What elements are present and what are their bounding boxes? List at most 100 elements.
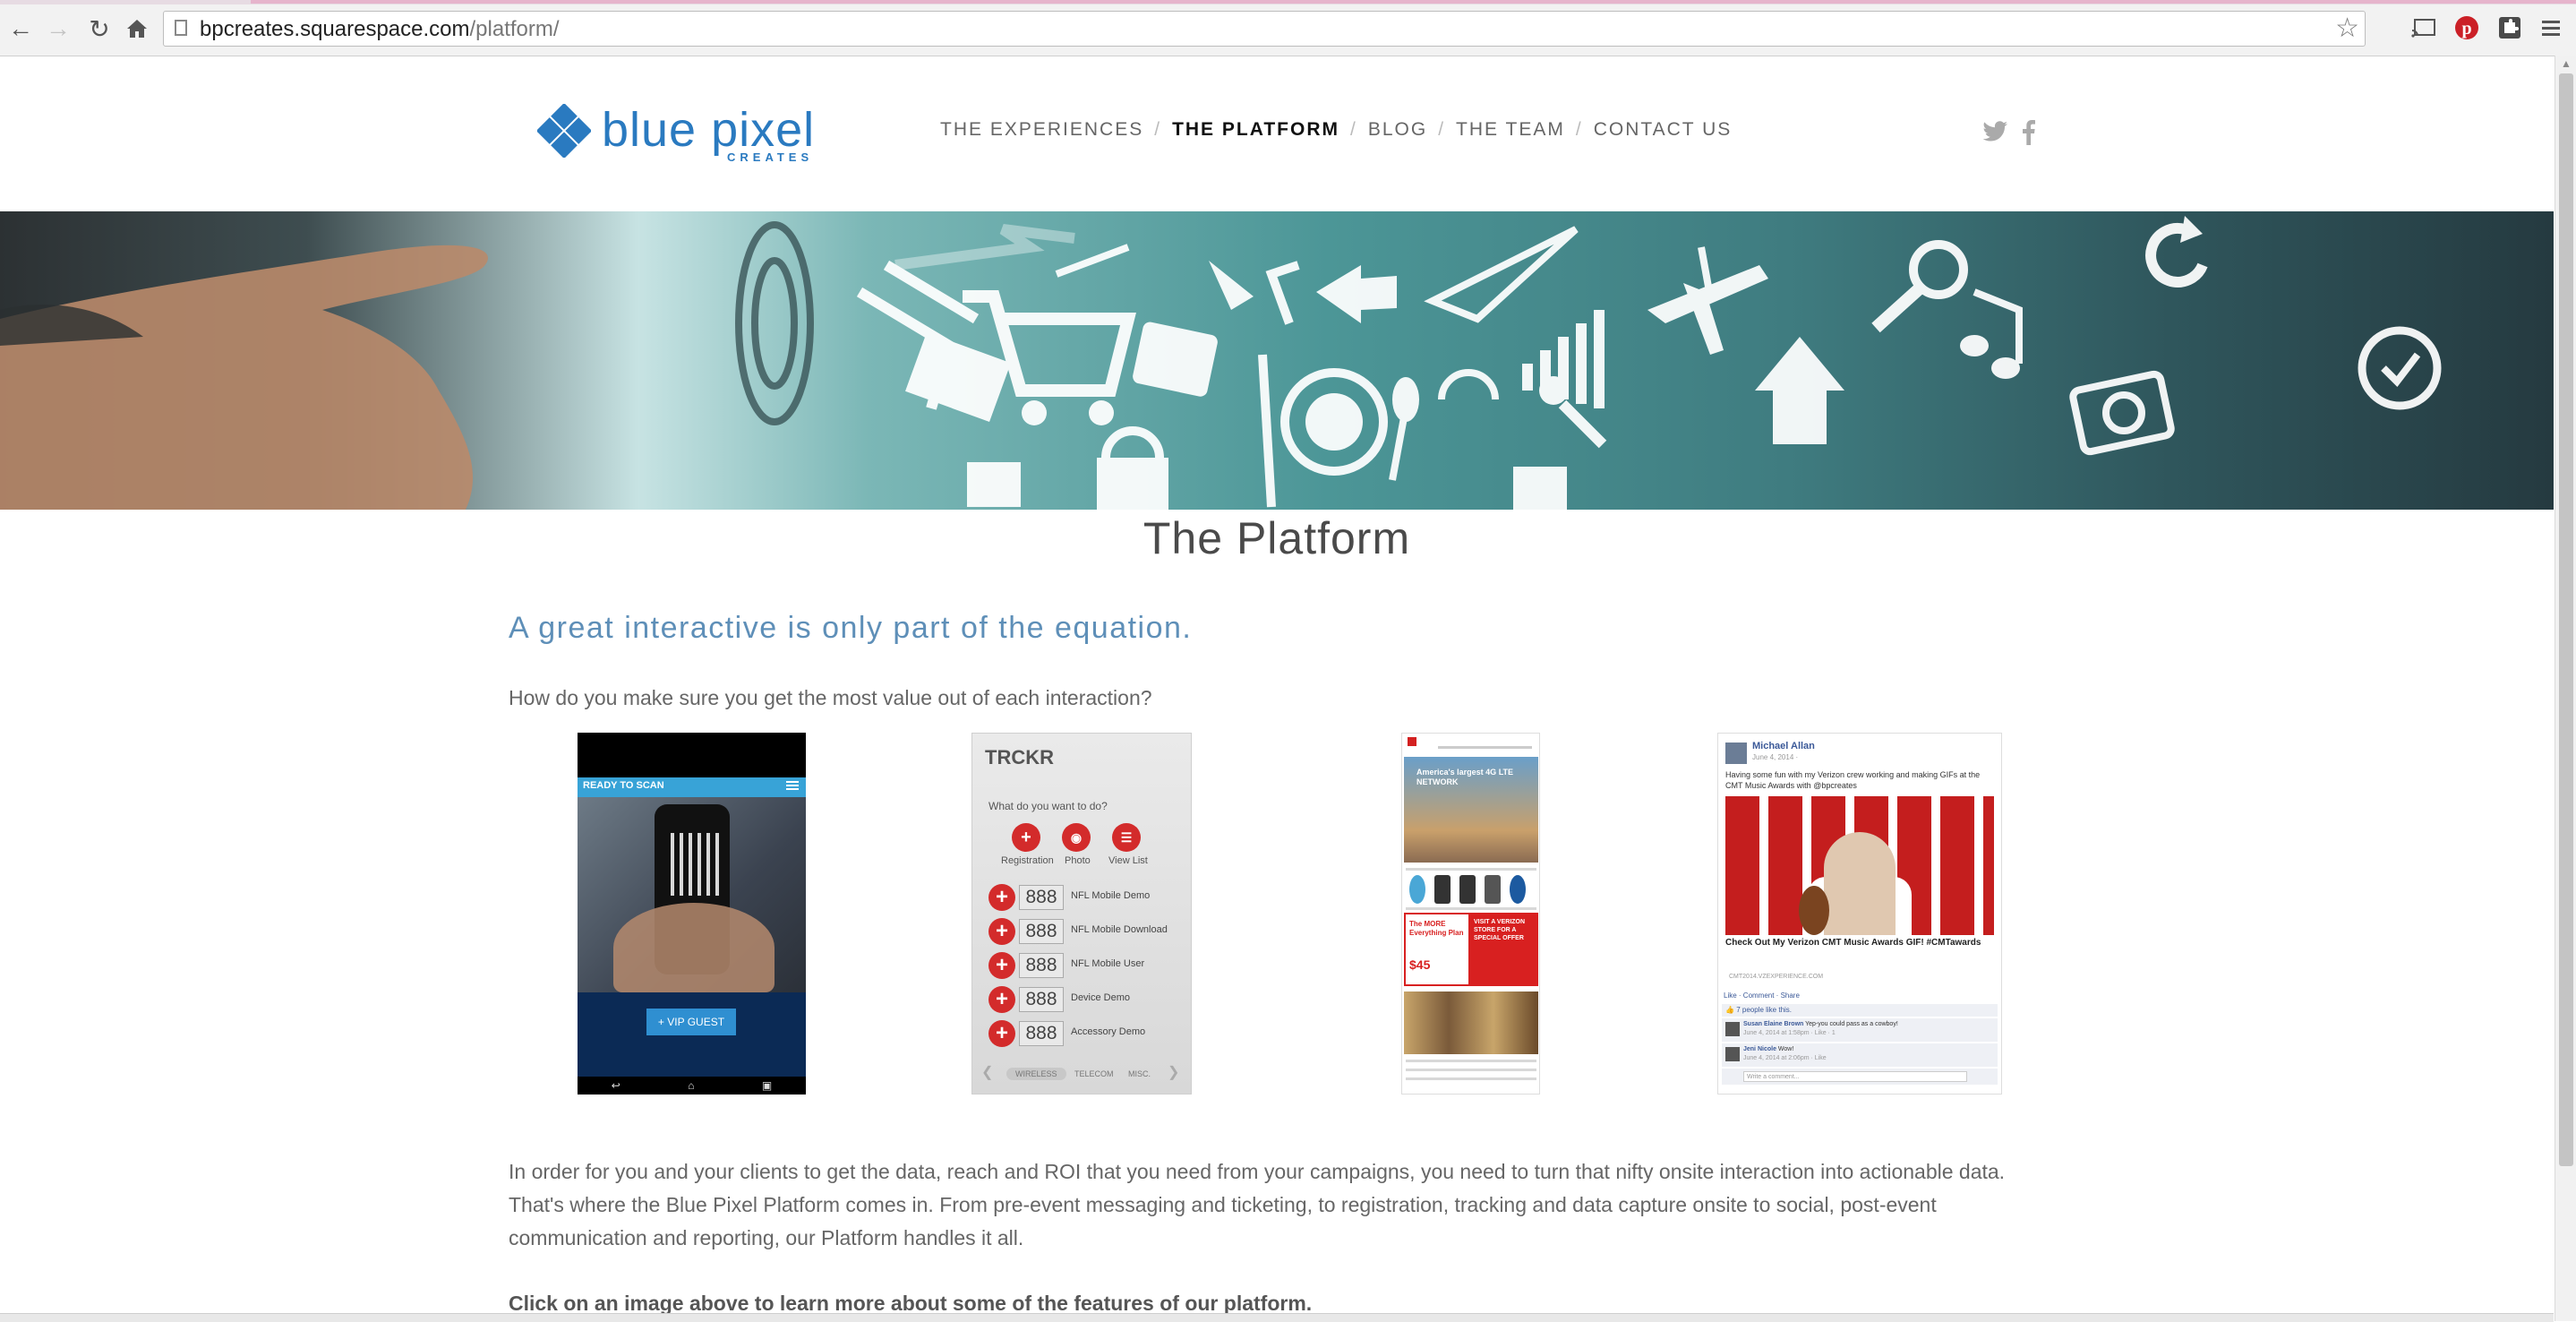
avatar [1725, 743, 1747, 764]
call-to-action: Click on an image above to learn more ab… [509, 1292, 1313, 1315]
fb-actions: Like · Comment · Share [1724, 992, 1800, 1000]
platform-description: In order for you and your clients to get… [509, 1160, 2006, 1249]
facebook-icon[interactable] [2015, 118, 2043, 147]
web-people-photo [1404, 992, 1538, 1054]
hero-banner [0, 211, 2554, 510]
device-thumb [1434, 875, 1451, 904]
trckr-tabs: ❮ WIRELESS TELECOM MISC. ❯ [981, 1065, 1180, 1080]
nav-separator: / [1575, 119, 1583, 140]
plus-icon: + [988, 952, 1015, 979]
hero-icons [856, 216, 2442, 510]
gift-icon [967, 462, 1021, 507]
thumbs-up-icon: 👍 [1725, 1006, 1734, 1014]
camera-icon [2069, 370, 2175, 456]
main-nav: THE EXPERIENCES / THE PLATFORM / BLOG / … [940, 119, 1732, 141]
bag-icon [1513, 467, 1567, 510]
fb-likes: 👍 7 people like this. [1722, 1004, 1998, 1017]
refresh-icon [2145, 216, 2208, 288]
fb-author: Michael Allan [1752, 741, 1815, 751]
menu-icon[interactable] [2537, 14, 2564, 41]
device-thumb [1459, 875, 1476, 904]
website-image[interactable]: America's largest 4G LTE NETWORK The MOR… [1401, 733, 1540, 1095]
bookmark-star-icon[interactable]: ☆ [2335, 13, 2359, 44]
trckr-app-image[interactable]: TRCKR What do you want to do? + Registra… [971, 733, 1192, 1095]
web-promo: The MORE Everything Plan $45 VISIT A VER… [1404, 913, 1538, 986]
facebook-post-image[interactable]: Michael Allan June 4, 2014 · Having some… [1717, 733, 2002, 1095]
vip-guest-button: + VIP GUEST [646, 1009, 736, 1035]
address-bar[interactable]: bpcreates.squarespace.com/platform/ ☆ [163, 11, 2366, 47]
plus-icon: + [988, 1020, 1015, 1047]
avatar [1725, 1022, 1740, 1036]
trckr-counter-row: +888 NFL Mobile User [988, 950, 1185, 981]
trckr-action-label: Registration [1001, 855, 1054, 866]
spoon-icon [1389, 377, 1419, 481]
tab-strip [0, 0, 2576, 4]
plus-icon: + [988, 918, 1015, 945]
android-home-icon: ⌂ [688, 1079, 695, 1092]
nav-item-contact[interactable]: CONTACT US [1594, 119, 1733, 141]
plus-icon: + [988, 986, 1015, 1013]
house-icon [1755, 337, 1844, 444]
back-icon[interactable]: ← [5, 13, 36, 44]
url-text[interactable]: bpcreates.squarespace.com/platform/ [200, 17, 560, 42]
extension-puzzle-icon[interactable] [2496, 14, 2523, 41]
nav-separator: / [1438, 119, 1446, 140]
trckr-counter-row: +888 NFL Mobile Demo [988, 882, 1185, 913]
page-title: The Platform [1143, 513, 1411, 563]
qr-code-icon [665, 833, 719, 896]
lead-heading: A great interactive is only part of the … [509, 611, 1193, 645]
intro-question: How do you make sure you get the most va… [509, 686, 1152, 709]
fb-date: June 4, 2014 · [1752, 753, 1799, 761]
target-rings [735, 221, 814, 425]
device-thumb [1485, 875, 1501, 904]
forward-icon[interactable]: → [43, 13, 73, 44]
trckr-title: TRCKR [985, 746, 1054, 768]
cast-icon[interactable] [2410, 14, 2437, 41]
padlock-icon [1097, 426, 1168, 510]
nav-item-team[interactable]: THE TEAM [1456, 119, 1565, 141]
photo-camera-icon: ◉ [1062, 823, 1091, 852]
pointing-hand [0, 245, 488, 510]
magnifier-icon [1871, 240, 1968, 333]
nav-separator: / [1154, 119, 1162, 140]
nav-separator: / [1350, 119, 1357, 140]
web-hero: America's largest 4G LTE NETWORK [1404, 757, 1538, 863]
nav-item-blog[interactable]: BLOG [1368, 119, 1427, 141]
trckr-question: What do you want to do? [988, 800, 1108, 812]
scanner-app-image[interactable]: READY TO SCAN + VIP GUEST ↩ ⌂ ▣ [578, 733, 806, 1095]
view-list-icon: ☰ [1112, 823, 1141, 852]
android-recent-icon: ▣ [761, 1079, 773, 1092]
holding-hand [613, 903, 775, 992]
page-icon [175, 20, 187, 36]
pinterest-icon[interactable]: p [2453, 14, 2480, 41]
scroll-up-icon[interactable]: ▲ [2561, 57, 2572, 70]
nav-item-platform[interactable]: THE PLATFORM [1172, 119, 1339, 141]
fb-write-comment: Write a comment... [1722, 1069, 1998, 1085]
envelope-icon [905, 332, 1011, 422]
next-arrow-icon: ❯ [1168, 1065, 1180, 1080]
avatar [1725, 1047, 1740, 1061]
home-icon[interactable] [122, 13, 152, 44]
page-scrollbar[interactable]: ▲ [2555, 56, 2576, 1321]
guitar-icon [1799, 886, 1829, 935]
browser-toolbar: ← → ↻ bpcreates.squarespace.com/platform… [0, 0, 2576, 56]
android-back-icon: ↩ [611, 1079, 620, 1092]
fork-icon [1258, 354, 1276, 508]
fb-post-photo [1725, 796, 1994, 935]
scanner-header-bar: READY TO SCAN [578, 777, 806, 797]
plus-icon: + [988, 884, 1015, 911]
trckr-action-label: Photo [1065, 855, 1091, 866]
reload-icon[interactable]: ↻ [84, 13, 115, 44]
nav-item-experiences[interactable]: THE EXPERIENCES [940, 119, 1143, 141]
android-nav-bar: ↩ ⌂ ▣ [578, 1077, 806, 1095]
site-logo[interactable]: blue pixel CREATES [537, 100, 824, 164]
back-arrow-box-icon [1265, 261, 1397, 325]
scanner-header-label: READY TO SCAN [583, 780, 664, 791]
pen-icon [1209, 261, 1254, 310]
microphone-icon [1539, 376, 1607, 449]
fb-link-source: CMT2014.VZEXPERIENCE.COM [1729, 974, 1824, 980]
device-thumb [1510, 875, 1526, 904]
scrollbar-thumb[interactable] [2559, 73, 2573, 1166]
verizon-logo-icon [1408, 737, 1416, 746]
twitter-icon[interactable] [1981, 118, 2009, 147]
